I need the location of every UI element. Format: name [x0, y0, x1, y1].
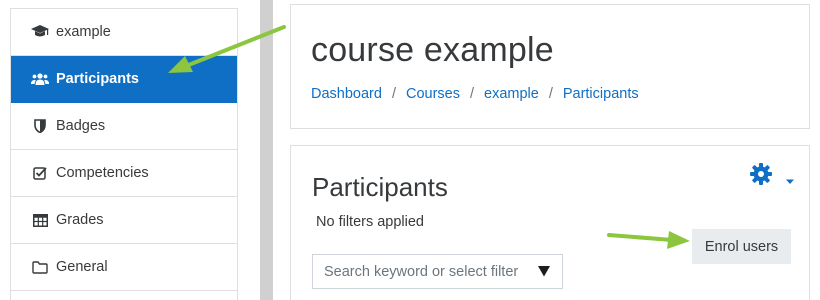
sidebar-item-label: Participants	[56, 71, 139, 87]
breadcrumb-participants[interactable]: Participants	[563, 86, 639, 102]
sidebar-item-label: Grades	[56, 212, 104, 228]
graduation-cap-icon	[31, 24, 49, 40]
breadcrumb-separator: /	[469, 86, 474, 102]
sidebar-item-label: General	[56, 259, 108, 275]
users-icon	[31, 71, 49, 87]
page-header: course example Dashboard / Courses / exa…	[290, 4, 810, 129]
sidebar-item-label: example	[56, 24, 111, 40]
participants-filter[interactable]	[312, 254, 563, 289]
chevron-down-icon[interactable]	[785, 172, 795, 184]
sidebar-item-competencies[interactable]: Competencies	[11, 150, 237, 197]
participants-panel: Participants No filters applied Enrol us…	[290, 145, 810, 300]
filter-status-text: No filters applied	[316, 214, 424, 230]
sidebar-item-badges[interactable]: Badges	[11, 103, 237, 150]
sidebar-item-label: Badges	[56, 118, 106, 134]
breadcrumb: Dashboard / Courses / example / Particip…	[311, 86, 639, 102]
table-icon	[31, 212, 49, 228]
breadcrumb-separator: /	[548, 86, 553, 102]
drawer-divider	[260, 0, 273, 300]
gear-icon[interactable]	[749, 162, 773, 186]
checkbox-icon	[31, 165, 49, 181]
enrol-users-button[interactable]: Enrol users	[692, 229, 791, 264]
breadcrumb-dashboard[interactable]: Dashboard	[311, 86, 382, 102]
sidebar-item-label: Competencies	[56, 165, 149, 181]
breadcrumb-separator: /	[391, 86, 396, 102]
sidebar-item-general[interactable]: General	[11, 244, 237, 291]
sidebar-item-example[interactable]: example	[11, 9, 237, 56]
course-nav-sidebar: example Participants Badges Competencies…	[10, 8, 238, 300]
breadcrumb-courses[interactable]: Courses	[406, 86, 460, 102]
folder-icon	[31, 259, 49, 275]
page-title: course example	[311, 31, 554, 69]
shield-icon	[31, 118, 49, 134]
breadcrumb-example[interactable]: example	[484, 86, 539, 102]
sidebar-item-participants[interactable]: Participants	[11, 56, 237, 103]
dropdown-triangle-icon[interactable]	[534, 262, 554, 282]
participants-heading: Participants	[312, 172, 448, 202]
search-input[interactable]	[313, 255, 533, 288]
sidebar-item-grades[interactable]: Grades	[11, 197, 237, 244]
